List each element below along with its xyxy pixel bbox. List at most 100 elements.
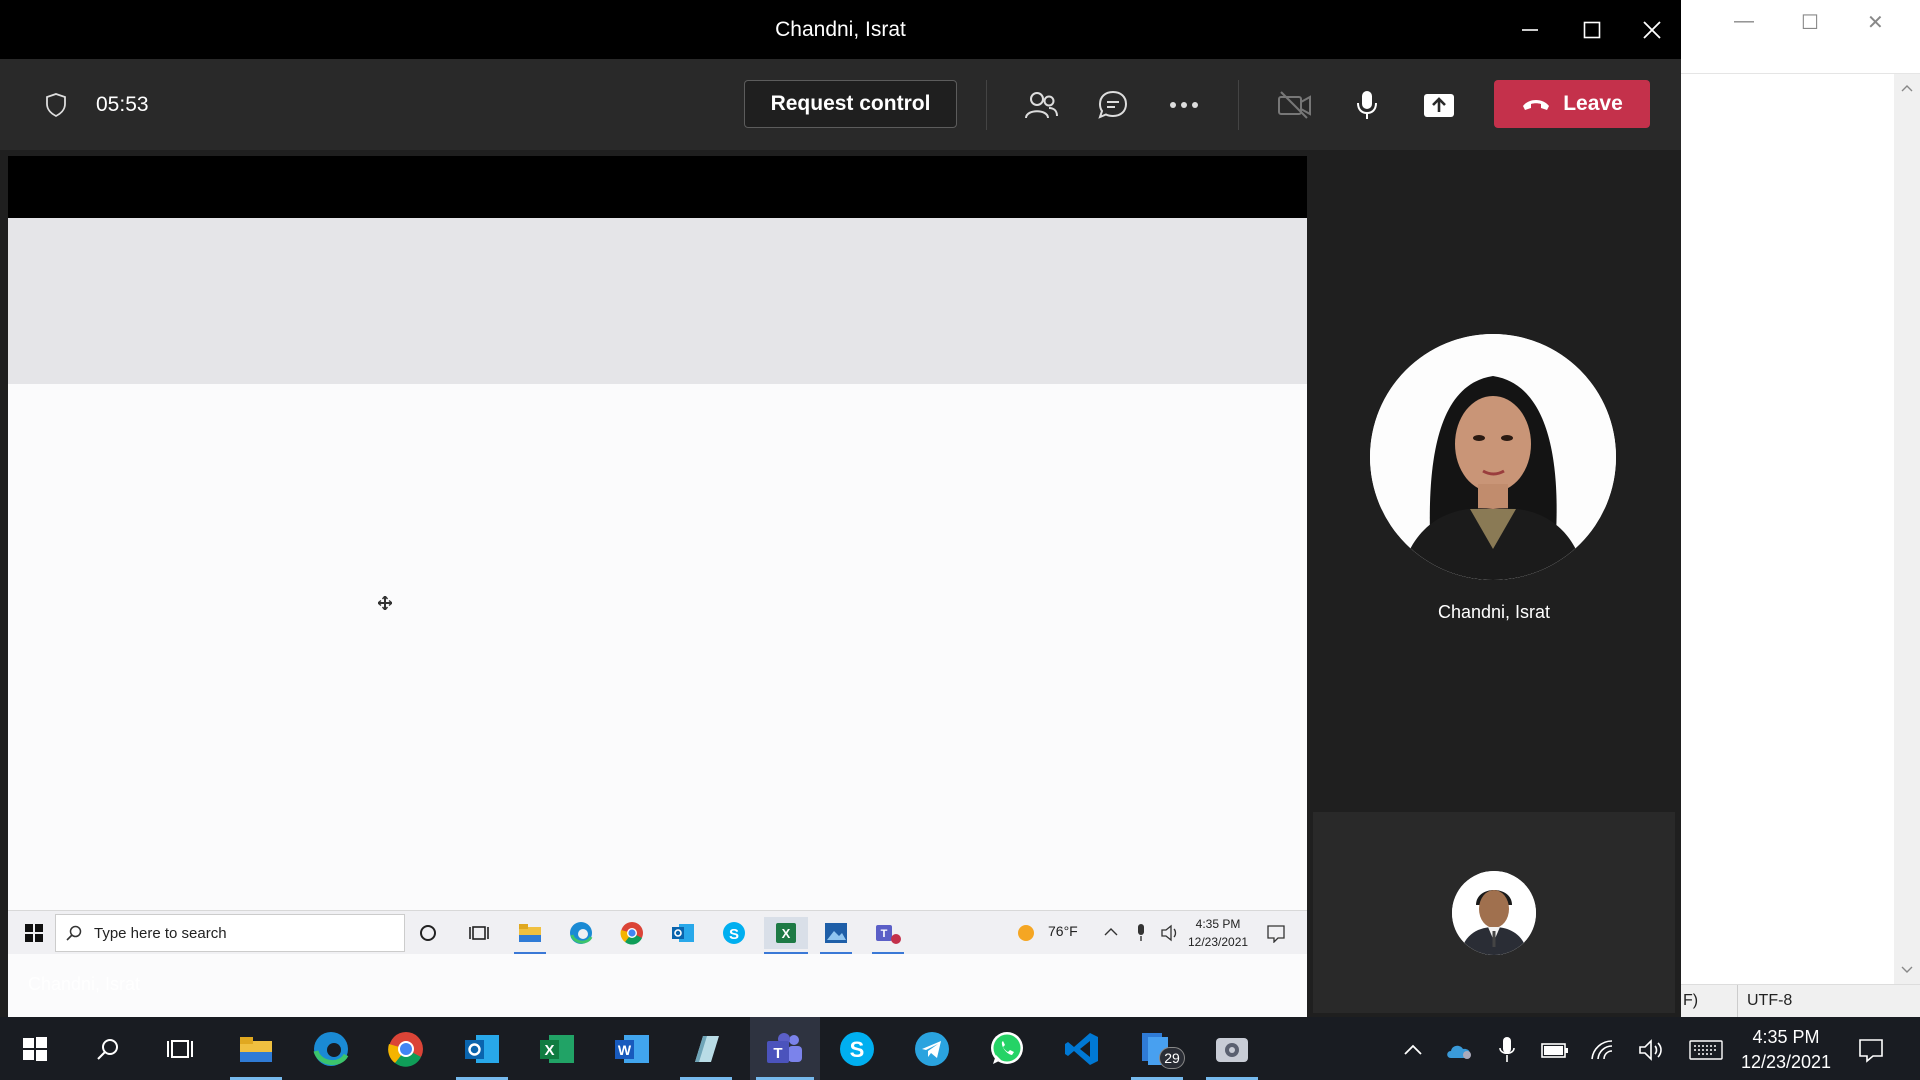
notepad-button[interactable] — [674, 1017, 738, 1080]
svg-text:S: S — [729, 926, 739, 943]
hang-up-icon — [1523, 100, 1550, 110]
notepad-status-bar: F) UTF-8 — [1681, 984, 1920, 1018]
notepad-scrollbar[interactable] — [1894, 74, 1920, 984]
notepad-title-bar: — ☐ ✕ — [1681, 0, 1920, 74]
shared-active-indicator — [514, 952, 546, 954]
unknown-app-button[interactable] — [1200, 1017, 1264, 1080]
leave-button[interactable]: Leave — [1494, 80, 1650, 128]
edge-button[interactable] — [299, 1017, 363, 1080]
shared-search-icon — [66, 925, 82, 941]
window-title: Chandni, Israt — [775, 18, 906, 41]
onedrive-tray[interactable] — [1444, 1035, 1474, 1065]
microphone-toggle-button[interactable] — [1346, 84, 1388, 126]
meeting-timer: 05:53 — [96, 93, 149, 116]
windows-taskbar: X W T S 29 4:35 PM 12/23/2021 — [0, 1017, 1920, 1080]
svg-text:W: W — [618, 1042, 632, 1058]
toolbar-divider — [1238, 80, 1239, 130]
camera-toggle-button[interactable] — [1274, 84, 1316, 126]
skype-button[interactable]: S — [825, 1017, 889, 1080]
search-button[interactable] — [76, 1017, 140, 1080]
start-button[interactable] — [3, 1017, 67, 1080]
shared-clock: 4:35 PM 12/23/2021 — [1188, 915, 1248, 951]
vscode-button[interactable] — [1050, 1017, 1114, 1080]
microphone-icon — [1357, 91, 1377, 119]
shared-cortana-icon — [412, 917, 444, 949]
volume-tray[interactable] — [1636, 1035, 1666, 1065]
minimize-icon — [1522, 28, 1538, 31]
chevron-up-icon — [1404, 1044, 1422, 1055]
share-screen-button[interactable] — [1418, 84, 1460, 126]
self-avatar — [1452, 871, 1536, 955]
touch-keyboard-tray[interactable] — [1688, 1035, 1724, 1065]
volume-icon — [1639, 1039, 1662, 1061]
word-icon: W — [615, 1034, 649, 1063]
scroll-down-icon — [1901, 966, 1913, 973]
shared-date: 12/23/2021 — [1188, 935, 1249, 949]
desktop: Chandni, Israt 05:53 Request control Lea… — [0, 0, 1920, 1080]
shared-search-box: Type here to search — [55, 914, 405, 952]
chrome-button[interactable] — [374, 1017, 438, 1080]
shared-chevron-up-icon — [1104, 928, 1118, 936]
notification-icon — [1859, 1039, 1883, 1063]
request-control-button[interactable]: Request control — [744, 80, 957, 128]
file-explorer-button[interactable] — [224, 1017, 288, 1080]
taskbar-clock[interactable]: 4:35 PM 12/23/2021 — [1736, 1025, 1836, 1075]
outlook-button[interactable] — [450, 1017, 514, 1080]
task-view-button[interactable] — [148, 1017, 212, 1080]
people-button[interactable] — [1020, 84, 1062, 126]
shared-edge-icon — [565, 917, 597, 949]
vscode-icon — [1065, 1032, 1098, 1065]
presenter-name-label: Chandni, Israt — [28, 974, 141, 994]
chat-icon — [1098, 90, 1128, 119]
more-icon — [1170, 102, 1198, 108]
edge-icon — [313, 1031, 349, 1066]
battery-tray[interactable] — [1540, 1035, 1570, 1065]
wifi-tray[interactable] — [1588, 1035, 1618, 1065]
word-button[interactable]: W — [600, 1017, 664, 1080]
search-icon — [97, 1038, 118, 1060]
chat-button[interactable] — [1092, 84, 1134, 126]
title-bar: Chandni, Israt — [0, 0, 1681, 59]
people-icon — [1025, 92, 1058, 119]
shared-app-header — [8, 218, 1307, 384]
svg-text:X: X — [544, 1042, 554, 1059]
notepad-minimize-icon[interactable]: — — [1734, 10, 1754, 33]
files-badge: 29 — [1159, 1047, 1185, 1069]
excel-button[interactable]: X — [525, 1017, 589, 1080]
shared-active-indicator — [872, 952, 904, 954]
shared-notification-icon — [1267, 925, 1285, 943]
notepad-status-encoding: UTF-8 — [1747, 992, 1793, 1009]
whatsapp-button[interactable] — [975, 1017, 1039, 1080]
svg-text:X: X — [782, 926, 791, 941]
maximize-button[interactable] — [1562, 0, 1622, 59]
excel-icon: X — [540, 1034, 574, 1063]
microphone-icon — [1499, 1037, 1515, 1062]
show-hidden-icons-button[interactable] — [1398, 1035, 1428, 1065]
shared-screen: Type here to search S X T 76°F 4:35 PM 1… — [8, 156, 1307, 1045]
close-icon — [1643, 20, 1661, 39]
shared-photos-icon — [820, 917, 852, 949]
microphone-tray[interactable] — [1492, 1035, 1522, 1065]
file-explorer-icon — [240, 1036, 272, 1062]
minimize-button[interactable] — [1500, 0, 1560, 59]
shared-active-indicator — [764, 952, 808, 954]
notepad-window: — ☐ ✕ F) UTF-8 — [1681, 0, 1920, 1018]
teams-button[interactable]: T — [750, 1017, 820, 1080]
shared-start-icon — [18, 917, 50, 949]
onedrive-icon — [1447, 1045, 1471, 1059]
close-button[interactable] — [1622, 0, 1682, 59]
svg-text:S: S — [850, 1037, 865, 1062]
telegram-button[interactable] — [900, 1017, 964, 1080]
more-options-button[interactable] — [1163, 84, 1205, 126]
shared-task-view-icon — [463, 917, 495, 949]
outlook-icon — [465, 1034, 499, 1063]
taskbar-time: 4:35 PM — [1752, 1027, 1820, 1047]
notepad-maximize-icon[interactable]: ☐ — [1801, 10, 1819, 35]
action-center-button[interactable] — [1856, 1035, 1886, 1065]
windows-start-icon — [23, 1036, 47, 1061]
shared-outlook-icon — [667, 917, 699, 949]
notepad-close-icon[interactable]: ✕ — [1867, 10, 1884, 35]
files-button[interactable]: 29 — [1125, 1017, 1189, 1080]
shared-mic-icon — [1138, 924, 1144, 941]
shared-time: 4:35 PM — [1195, 917, 1241, 931]
